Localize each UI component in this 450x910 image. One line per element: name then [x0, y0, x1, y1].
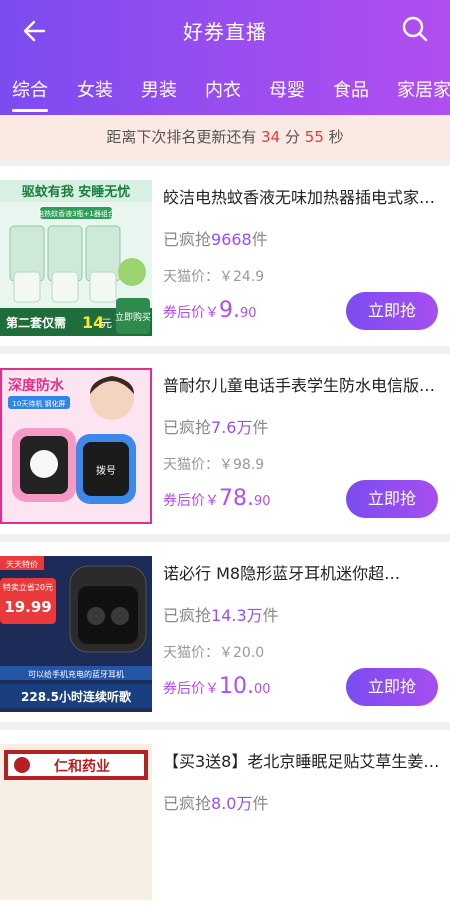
tab-shipin[interactable]: 食品: [333, 76, 369, 102]
product-item[interactable]: 天天特价 特卖立省20元 19.99 可以给手机充电的蓝牙耳机 228.5小时连…: [0, 542, 450, 722]
product-name[interactable]: 皎洁电热蚊香液无味加热器插电式家…: [163, 184, 443, 208]
thumb-caption: 可以给手机充电的蓝牙耳机: [28, 669, 124, 679]
countdown-minutes: 34: [261, 128, 281, 146]
product-item[interactable]: 仁和药业 【买3送8】老北京睡眠足贴艾草生姜… 已疯抢8.0万件: [0, 730, 450, 910]
thumb-offer: 第二套仅需: [6, 315, 66, 330]
countdown-seconds: 55: [304, 128, 324, 146]
category-tabs: 综合 女装 男装 内衣 母婴 食品 家居家: [0, 60, 450, 115]
grab-button[interactable]: 立即抢: [346, 668, 438, 706]
search-button[interactable]: [400, 14, 430, 44]
tmall-price: 天猫价：￥20.0: [163, 645, 265, 661]
product-item[interactable]: 驱蚊有我 安睡无忧 电热蚊香液3瓶+1器组合 第二套仅需 14 元 立即购买 皎…: [0, 166, 450, 346]
product-name[interactable]: 【买3送8】老北京睡眠足贴艾草生姜…: [163, 748, 443, 772]
thumb-tag: 天天特价: [6, 559, 38, 569]
tmall-price: 天猫价：￥98.9: [163, 457, 265, 473]
product-image[interactable]: 仁和药业: [0, 744, 152, 900]
thumb-watch-label: 拨号: [96, 464, 116, 477]
product-image[interactable]: 天天特价 特卖立省20元 19.99 可以给手机充电的蓝牙耳机 228.5小时连…: [0, 556, 152, 712]
thumb-headline: 驱蚊有我 安睡无忧: [22, 184, 131, 200]
tab-muying[interactable]: 母婴: [269, 76, 305, 102]
countdown-prefix: 距离下次排名更新还有: [106, 128, 257, 146]
product-image[interactable]: 驱蚊有我 安睡无忧 电热蚊香液3瓶+1器组合 第二套仅需 14 元 立即购买: [0, 180, 152, 336]
coupon-price: 券后价￥9.90: [163, 298, 257, 323]
product-name[interactable]: 诺必行 M8隐形蓝牙耳机迷你超…: [163, 560, 443, 584]
thumb-badge: 立即购买: [115, 311, 151, 323]
tab-zonghe[interactable]: 综合: [12, 76, 48, 112]
top-bar: 好券直播: [0, 0, 450, 60]
countdown-minute-unit: 分: [284, 128, 300, 146]
ranking-countdown: 距离下次排名更新还有 34 分 55 秒: [0, 115, 450, 160]
tmall-price: 天猫价：￥24.9: [163, 269, 265, 285]
sold-count: 已疯抢9668件: [163, 230, 268, 249]
coupon-price: 券后价￥10.00: [163, 674, 271, 699]
grab-button[interactable]: 立即抢: [346, 292, 438, 330]
sold-count: 已疯抢14.3万件: [163, 606, 279, 625]
tab-nvzhuang[interactable]: 女装: [77, 76, 113, 102]
grab-button[interactable]: 立即抢: [346, 480, 438, 518]
search-icon: [402, 16, 428, 42]
product-item[interactable]: 深度防水 10天待机 钢化屏 拨号 普耐尔儿童电话手表学生防水电信版… 已疯抢7…: [0, 354, 450, 534]
thumb-brand: 仁和药业: [54, 758, 110, 775]
sold-count: 已疯抢7.6万件: [163, 418, 269, 437]
countdown-second-unit: 秒: [328, 128, 344, 146]
thumb-price: 19.99: [4, 598, 51, 616]
thumb-subline: 10天待机 钢化屏: [12, 399, 65, 408]
thumb-headline: 深度防水: [8, 377, 65, 394]
thumb-deal: 特卖立省20元: [3, 582, 53, 592]
tab-jiaju[interactable]: 家居家: [397, 76, 450, 102]
page-title: 好券直播: [183, 20, 267, 44]
thumb-hours: 228.5小时连续听歌: [21, 689, 132, 704]
header: 好券直播 综合 女装 男装 内衣 母婴 食品 家居家: [0, 0, 450, 115]
sold-count: 已疯抢8.0万件: [163, 794, 269, 813]
coupon-price: 券后价￥78.90: [163, 486, 271, 511]
product-name[interactable]: 普耐尔儿童电话手表学生防水电信版…: [163, 372, 443, 396]
thumb-subline: 电热蚊香液3瓶+1器组合: [37, 209, 115, 218]
tab-nanzhuang[interactable]: 男装: [141, 76, 177, 102]
thumb-offer-unit: 元: [101, 317, 112, 330]
tab-neiyi[interactable]: 内衣: [205, 76, 241, 102]
product-image[interactable]: 深度防水 10天待机 钢化屏 拨号: [0, 368, 152, 524]
